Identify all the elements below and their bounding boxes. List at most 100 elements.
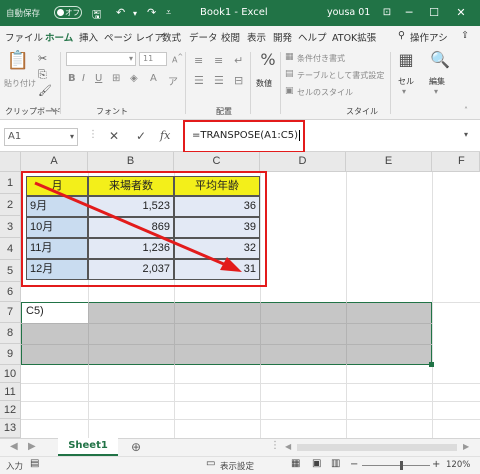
- share-icon[interactable]: ⇪: [461, 30, 469, 41]
- cut-icon[interactable]: ✂: [38, 52, 47, 65]
- collapse-ribbon-icon[interactable]: ˄: [464, 106, 468, 115]
- page-layout-view-icon[interactable]: ▣: [312, 458, 321, 469]
- enter-icon[interactable]: ✓: [136, 129, 146, 143]
- tab-tell-me[interactable]: 操作アシ: [410, 30, 448, 44]
- range-arrow: [34, 181, 242, 272]
- fill-color-icon[interactable]: ◈: [130, 73, 138, 84]
- maximize-icon[interactable]: ☐: [425, 4, 443, 22]
- border-icon[interactable]: ⊞: [112, 73, 120, 84]
- text-cursor: [299, 130, 300, 141]
- tab-file[interactable]: ファイル: [5, 30, 43, 44]
- underline-icon[interactable]: U: [95, 73, 102, 84]
- zoom-out-icon[interactable]: −: [350, 459, 358, 470]
- name-box[interactable]: A1 ▾: [4, 128, 78, 146]
- horizontal-scrollbar[interactable]: [297, 444, 457, 451]
- table-format-button[interactable]: テーブルとして書式設定: [297, 70, 384, 81]
- conditional-format-button[interactable]: 条件付き書式: [297, 53, 345, 64]
- insert-function-icon[interactable]: fx: [160, 129, 170, 142]
- undo-dropdown-icon[interactable]: ▾: [133, 9, 137, 18]
- font-color-icon[interactable]: A: [150, 73, 157, 84]
- display-settings-button[interactable]: 表示設定: [220, 460, 254, 472]
- font-name-combo[interactable]: ▾: [66, 52, 136, 66]
- autosave-toggle[interactable]: オフ: [54, 6, 82, 19]
- display-settings-icon[interactable]: ▭: [206, 458, 215, 469]
- user-name[interactable]: yousa 01: [327, 7, 370, 18]
- merge-center-icon[interactable]: ⊟: [234, 74, 243, 87]
- scroll-right-icon[interactable]: ▶: [463, 442, 469, 451]
- chevron-down-icon: ▾: [128, 54, 133, 63]
- phonetic-icon[interactable]: ア: [168, 73, 178, 88]
- autosave-label: 自動保存: [6, 9, 41, 19]
- percent-icon[interactable]: %: [255, 50, 281, 69]
- tab-review[interactable]: 校閲: [221, 30, 240, 44]
- chevron-down-icon[interactable]: ▾: [402, 87, 406, 96]
- minimize-icon[interactable]: ─: [400, 4, 418, 22]
- status-bar: 入力 ▤ ▭ 表示設定 ▦ ▣ ▥ − + 120%: [0, 456, 480, 474]
- italic-icon[interactable]: I: [82, 73, 85, 84]
- cells-button[interactable]: セル: [398, 76, 414, 87]
- zoom-slider-thumb[interactable]: [400, 461, 403, 470]
- chevron-down-icon[interactable]: ▾: [434, 87, 438, 96]
- sheet-tab-sheet1[interactable]: Sheet1: [58, 438, 118, 456]
- new-sheet-icon[interactable]: ⊕: [131, 440, 141, 454]
- font-group-label: フォント: [96, 107, 128, 116]
- formula-input[interactable]: =TRANSPOSE(A1:C5): [192, 130, 300, 141]
- number-format-label[interactable]: 数値: [256, 78, 272, 89]
- font-size-combo[interactable]: 11: [139, 52, 167, 66]
- scroll-left-icon[interactable]: ◀: [10, 441, 18, 452]
- paste-label[interactable]: 貼り付け: [4, 78, 36, 89]
- cells-icon[interactable]: ▦: [393, 50, 419, 69]
- grow-font-icon[interactable]: A^: [172, 53, 183, 65]
- table-format-icon: ▤: [285, 69, 294, 79]
- copy-icon[interactable]: ⎘: [38, 68, 47, 82]
- align-center-icon[interactable]: ☰: [214, 74, 224, 87]
- tab-view[interactable]: 表示: [247, 30, 266, 44]
- format-painter-icon[interactable]: 🖌: [38, 84, 52, 97]
- scroll-left-icon[interactable]: ◀: [285, 442, 291, 451]
- title-bar: 自動保存 オフ 🖫 ↶ ▾ ↷ ⩡ Book1 - Excel yousa 01…: [0, 0, 480, 26]
- tab-data[interactable]: データ: [189, 30, 218, 44]
- customize-quick-access-icon[interactable]: ⩡: [166, 8, 171, 18]
- clipboard-launcher-icon[interactable]: ⬊: [50, 106, 56, 114]
- more-sheets-icon: ⋮: [270, 440, 280, 451]
- normal-view-icon[interactable]: ▦: [291, 458, 300, 469]
- paste-icon[interactable]: 📋: [6, 50, 30, 71]
- redo-icon[interactable]: ↷: [147, 6, 156, 19]
- undo-icon[interactable]: ↶: [116, 6, 125, 19]
- sheet-tab-bar: ◀ ▶ Sheet1 ⊕ ⋮ ◀ ▶: [0, 438, 480, 456]
- close-icon[interactable]: ✕: [452, 4, 470, 22]
- align-left-icon[interactable]: ☰: [194, 74, 204, 87]
- styles-group-label: スタイル: [346, 107, 378, 116]
- scroll-right-icon[interactable]: ▶: [28, 441, 36, 452]
- cell-style-button[interactable]: セルのスタイル: [297, 87, 353, 98]
- align-top-icon[interactable]: ≡: [194, 54, 203, 67]
- expand-formula-bar-icon[interactable]: ▾: [464, 130, 468, 139]
- align-middle-icon[interactable]: ≡: [214, 54, 223, 67]
- search-icon[interactable]: ⚲: [398, 30, 405, 41]
- tab-help[interactable]: ヘルプ: [298, 30, 327, 44]
- name-box-value: A1: [8, 131, 22, 142]
- ribbon-tabs: ファイル ホーム 挿入 ページ レイア 数式 データ 校閲 表示 開発 ヘルプ …: [0, 26, 480, 48]
- tab-home[interactable]: ホーム: [45, 30, 74, 48]
- tab-atok[interactable]: ATOK拡張: [332, 30, 376, 44]
- find-icon[interactable]: 🔍: [427, 50, 453, 69]
- bold-icon[interactable]: B: [68, 73, 76, 84]
- tab-formulas[interactable]: 数式: [162, 30, 181, 44]
- page-break-view-icon[interactable]: ▥: [331, 458, 340, 469]
- tab-developer[interactable]: 開発: [273, 30, 292, 44]
- zoom-in-icon[interactable]: +: [432, 459, 440, 470]
- cancel-icon[interactable]: ✕: [109, 129, 119, 143]
- save-icon[interactable]: 🖫: [92, 6, 101, 25]
- edit-button[interactable]: 編集: [429, 76, 445, 87]
- macro-record-icon[interactable]: ▤: [30, 458, 39, 469]
- zoom-slider[interactable]: [362, 465, 430, 466]
- wrap-text-icon[interactable]: ↵: [234, 54, 243, 67]
- ribbon-display-options-icon[interactable]: ⊡: [378, 4, 396, 22]
- tab-insert[interactable]: 挿入: [79, 30, 98, 44]
- tab-page-layout[interactable]: ページ レイア: [104, 30, 164, 44]
- worksheet-grid[interactable]: A B C D E F 1 2 3 4 5 6 7 8 9 10 11 12 1…: [0, 152, 480, 438]
- chevron-down-icon[interactable]: ▾: [70, 129, 74, 145]
- arrow-line: [34, 181, 227, 267]
- zoom-level[interactable]: 120%: [446, 460, 470, 470]
- ribbon-divider: [60, 52, 61, 114]
